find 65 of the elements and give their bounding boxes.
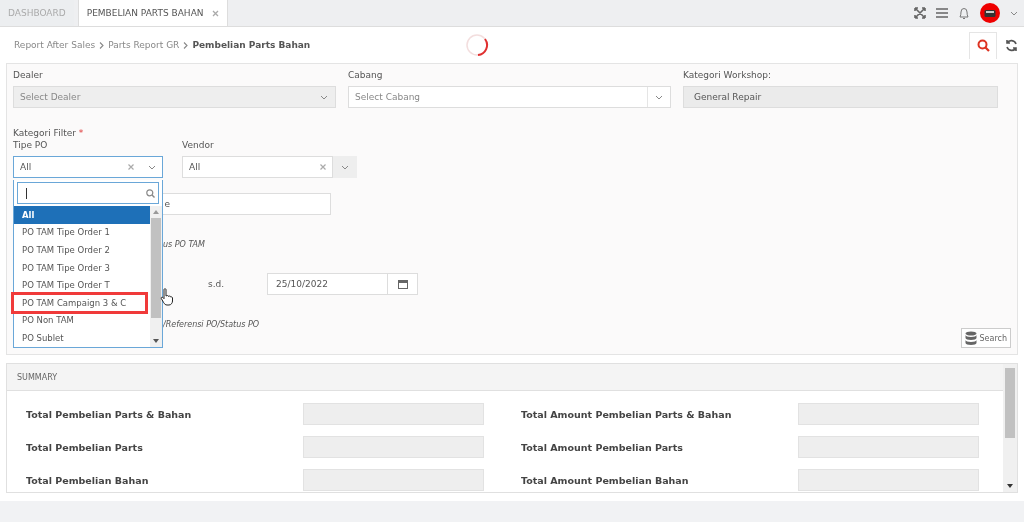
field-label: Tipe PO <box>13 140 49 150</box>
cabang-select[interactable]: Select Cabang <box>348 86 671 108</box>
summary-label: Total Pembelian Bahan <box>26 474 150 486</box>
dropdown-search-field[interactable] <box>17 182 159 204</box>
field-label: s.d. <box>208 279 226 289</box>
caret-icon[interactable] <box>1010 10 1018 16</box>
dropdown-option[interactable]: PO TAM Campaign 3 & C <box>14 293 150 312</box>
section-header: SUMMARY <box>7 364 1003 391</box>
text-cursor <box>26 187 27 199</box>
dropdown-option[interactable]: All <box>14 206 150 224</box>
search-button[interactable] <box>969 31 997 59</box>
hint-text: us PO TAM <box>163 239 205 249</box>
field-label: Cabang <box>348 70 384 80</box>
date-field[interactable]: 25/10/2022 <box>267 273 388 295</box>
refresh-icon[interactable] <box>1005 38 1018 52</box>
search-icon <box>146 188 155 198</box>
dropdown-option[interactable]: PO Sublet <box>14 329 150 347</box>
dropdown-option[interactable]: PO TAM Tipe Order 1 <box>14 223 150 242</box>
date-picker-button[interactable] <box>388 273 418 295</box>
search-button[interactable]: Search <box>960 328 1011 348</box>
field-label: Kategori Workshop: <box>683 70 773 80</box>
summary-label: Total Pembelian Parts & Bahan <box>26 408 193 420</box>
tab[interactable]: PEMBELIAN PARTS BAHAN <box>77 0 228 26</box>
close-icon[interactable] <box>211 9 219 17</box>
scrollbar-thumb[interactable] <box>151 218 161 318</box>
scroll-down-icon[interactable] <box>153 338 159 343</box>
menu-icon[interactable] <box>936 8 948 18</box>
field-label: Vendor <box>182 140 215 150</box>
search-icon <box>976 39 990 52</box>
chevron-icon <box>99 41 105 49</box>
summary-label: Total Amount Pembelian Parts <box>520 441 684 453</box>
dropdown-option[interactable]: PO Non TAM <box>14 311 150 330</box>
car-icon <box>984 8 996 18</box>
dropdown-option[interactable]: PO TAM Tipe Order T <box>14 276 150 294</box>
dropdown-option[interactable]: PO TAM Tipe Order 3 <box>14 258 150 277</box>
bell-icon[interactable] <box>958 6 970 20</box>
field-label: Dealer <box>13 70 44 80</box>
summary-label: Total Amount Pembelian Bahan <box>520 474 690 486</box>
workshop-field: General Repair <box>683 86 998 108</box>
vendor-select[interactable]: All <box>182 156 333 178</box>
chevron-icon <box>183 41 189 49</box>
clear-icon[interactable] <box>128 164 134 170</box>
scroll-down-icon[interactable] <box>1007 484 1013 488</box>
fullscreen-icon[interactable] <box>914 7 926 19</box>
dealer-select: Select Dealer <box>13 86 336 108</box>
caret-icon <box>148 164 156 170</box>
breadcrumb-current: Pembelian Parts Bahan <box>192 40 311 50</box>
loading-spinner-icon <box>465 33 490 57</box>
database-icon <box>964 330 979 346</box>
caret-icon <box>655 94 663 100</box>
summary-label: Total Pembelian Parts <box>26 441 144 453</box>
hint-text: /Referensi PO/Status PO <box>163 319 260 329</box>
caret-icon <box>341 164 349 170</box>
breadcrumb-link[interactable]: Report After Sales <box>14 40 96 50</box>
clear-icon[interactable] <box>320 164 326 170</box>
scrollbar-thumb[interactable] <box>1005 368 1015 438</box>
dropdown-option[interactable]: PO TAM Tipe Order 2 <box>14 241 150 259</box>
user-avatar[interactable] <box>980 3 1000 23</box>
breadcrumb-link[interactable]: Parts Report GR <box>108 40 180 50</box>
scroll-up-icon[interactable] <box>153 210 159 214</box>
caret-icon <box>320 94 328 100</box>
section-label: Kategori Filter * <box>13 128 85 138</box>
tipe-po-select[interactable]: All <box>13 156 163 178</box>
summary-label: Total Amount Pembelian Parts & Bahan <box>520 408 733 420</box>
calendar-icon <box>397 279 408 289</box>
